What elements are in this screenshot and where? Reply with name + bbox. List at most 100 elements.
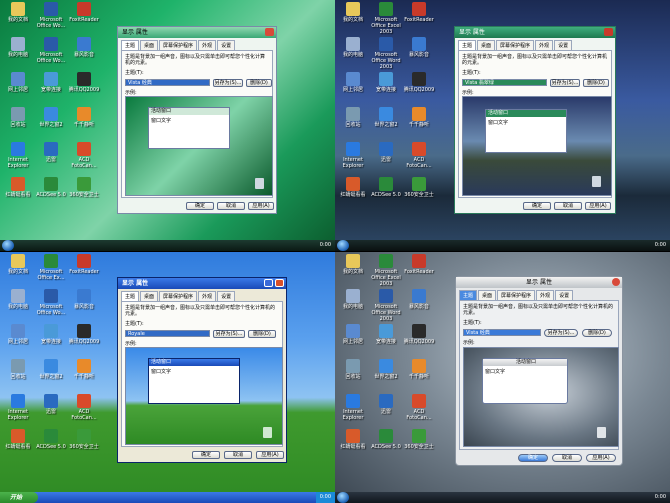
- tab-desktop[interactable]: 桌面: [140, 291, 159, 301]
- save-as-button[interactable]: 另存为(S)...: [213, 79, 243, 87]
- desktop-icon[interactable]: 宽带连接: [34, 324, 68, 345]
- desktop-icon[interactable]: 红蜻蜓看看: [1, 177, 35, 198]
- tab-screensaver[interactable]: 屏幕保护程序: [159, 291, 198, 301]
- tab-theme[interactable]: 主题: [121, 291, 140, 301]
- close-button[interactable]: [275, 279, 284, 287]
- desktop-icon[interactable]: 360安全卫士: [67, 429, 101, 450]
- theme-select[interactable]: Vista 翡翠绿: [462, 79, 547, 86]
- desktop-icon[interactable]: 网上邻居: [1, 72, 35, 93]
- desktop-icon[interactable]: Microsoft Office Wo...: [34, 289, 68, 316]
- tab-settings[interactable]: 设置: [217, 40, 236, 50]
- tab-desktop[interactable]: 桌面: [140, 40, 159, 50]
- start-orb-icon[interactable]: [337, 240, 349, 251]
- tab-screensaver[interactable]: 屏幕保护程序: [159, 40, 198, 50]
- desktop-icon[interactable]: 红蜻蜓看看: [336, 429, 370, 450]
- desktop-icon[interactable]: 暴风影音: [402, 289, 436, 310]
- desktop-icon[interactable]: ACD FotoCan...: [402, 142, 436, 169]
- desktop-icon[interactable]: 360安全卫士: [402, 429, 436, 450]
- theme-select[interactable]: Vista 经典: [463, 329, 541, 336]
- tab-screensaver[interactable]: 屏幕保护程序: [497, 290, 536, 300]
- tab-settings[interactable]: 设置: [554, 40, 573, 50]
- desktop-icon[interactable]: 迅雷: [34, 394, 68, 415]
- desktop-icon[interactable]: 回收站: [1, 107, 35, 128]
- desktop-icon[interactable]: 千千静听: [402, 359, 436, 380]
- desktop-icon[interactable]: 腾讯QQ2009: [67, 72, 101, 93]
- dialog-titlebar[interactable]: 显示 属性: [118, 27, 276, 38]
- clock[interactable]: 0:00: [651, 492, 670, 503]
- desktop-icon[interactable]: 红蜻蜓看看: [336, 177, 370, 198]
- desktop-icon[interactable]: 我的文档: [336, 2, 370, 23]
- desktop-icon[interactable]: 世界之窗2: [34, 107, 68, 128]
- tab-desktop[interactable]: 桌面: [478, 290, 497, 300]
- delete-button[interactable]: 删除(D): [248, 330, 276, 338]
- clock[interactable]: 0:00: [651, 240, 670, 251]
- start-orb-icon[interactable]: [2, 240, 14, 251]
- ok-button[interactable]: 确定: [192, 451, 220, 459]
- desktop-icon[interactable]: FoxitReader: [402, 254, 436, 275]
- desktop-icon[interactable]: FoxitReader: [67, 2, 101, 23]
- desktop-icon[interactable]: ACDSee 5.0: [369, 429, 403, 450]
- dialog-titlebar[interactable]: 显示 属性: [455, 27, 615, 38]
- desktop-icon[interactable]: Microsoft Office Wo...: [34, 2, 68, 29]
- desktop-icon[interactable]: ACD FotoCan...: [402, 394, 436, 421]
- desktop-icon[interactable]: 世界之窗2: [369, 359, 403, 380]
- desktop-icon[interactable]: 宽带连接: [34, 72, 68, 93]
- desktop-icon[interactable]: Microsoft Office Excel 2003: [369, 2, 403, 35]
- tab-screensaver[interactable]: 屏幕保护程序: [496, 40, 535, 50]
- desktop-icon[interactable]: Microsoft Office Excel 2003: [369, 254, 403, 287]
- save-as-button[interactable]: 另存为(S)...: [544, 329, 578, 337]
- desktop-icon[interactable]: FoxitReader: [402, 2, 436, 23]
- desktop-icon[interactable]: 网上邻居: [336, 324, 370, 345]
- desktop-icon[interactable]: 宽带连接: [369, 72, 403, 93]
- desktop-icon[interactable]: Microsoft Office Word 2003: [369, 289, 403, 322]
- apply-button[interactable]: 应用(A): [256, 451, 284, 459]
- delete-button[interactable]: 删除(D): [246, 79, 272, 87]
- desktop-icon[interactable]: 我的电脑: [336, 37, 370, 58]
- tab-desktop[interactable]: 桌面: [477, 40, 496, 50]
- desktop-icon[interactable]: 回收站: [336, 107, 370, 128]
- clock[interactable]: 0:00: [316, 240, 335, 251]
- desktop-icon[interactable]: FoxitReader: [67, 254, 101, 275]
- desktop-icon[interactable]: Microsoft Office Wo...: [34, 37, 68, 64]
- desktop-icon[interactable]: 回收站: [1, 359, 35, 380]
- start-button[interactable]: 开始: [0, 492, 38, 503]
- desktop-icon[interactable]: ACDSee 5.0: [369, 177, 403, 198]
- desktop-icon[interactable]: 我的电脑: [1, 37, 35, 58]
- desktop-icon[interactable]: 360安全卫士: [402, 177, 436, 198]
- clock[interactable]: 0:00: [315, 492, 335, 503]
- tab-appearance[interactable]: 外观: [535, 40, 554, 50]
- desktop-icon[interactable]: 暴风影音: [67, 37, 101, 58]
- tab-theme[interactable]: 主题: [121, 40, 140, 50]
- desktop-icon[interactable]: 腾讯QQ2009: [402, 72, 436, 93]
- desktop-icon[interactable]: 世界之窗2: [369, 107, 403, 128]
- theme-select[interactable]: Vista 经典: [125, 79, 210, 86]
- desktop-icon[interactable]: 宽带连接: [369, 324, 403, 345]
- desktop-icon[interactable]: 千千静听: [67, 359, 101, 380]
- desktop-icon[interactable]: 世界之窗2: [34, 359, 68, 380]
- desktop-icon[interactable]: 红蜻蜓看看: [1, 429, 35, 450]
- desktop-icon[interactable]: 千千静听: [67, 107, 101, 128]
- apply-button[interactable]: 应用(A): [586, 454, 616, 462]
- close-button[interactable]: [265, 28, 274, 36]
- tab-settings[interactable]: 设置: [555, 290, 574, 300]
- dialog-titlebar[interactable]: 显示 属性: [118, 278, 286, 289]
- tab-theme[interactable]: 主题: [459, 290, 478, 300]
- save-as-button[interactable]: 另存为(S)...: [550, 79, 580, 87]
- apply-button[interactable]: 应用(A): [248, 202, 274, 210]
- desktop-icon[interactable]: 我的电脑: [336, 289, 370, 310]
- desktop-icon[interactable]: ACDSee 5.0: [34, 177, 68, 198]
- cancel-button[interactable]: 取消: [217, 202, 245, 210]
- help-button[interactable]: [264, 279, 273, 287]
- desktop-icon[interactable]: 暴风影音: [402, 37, 436, 58]
- desktop-icon[interactable]: 我的电脑: [1, 289, 35, 310]
- desktop-icon[interactable]: 网上邻居: [1, 324, 35, 345]
- desktop-icon[interactable]: 360安全卫士: [67, 177, 101, 198]
- dialog-titlebar[interactable]: 显示 属性: [456, 277, 622, 288]
- desktop-icon[interactable]: 我的文档: [336, 254, 370, 275]
- desktop-icon[interactable]: Internet Explorer: [336, 142, 370, 169]
- tab-appearance[interactable]: 外观: [536, 290, 555, 300]
- desktop-icon[interactable]: Internet Explorer: [1, 142, 35, 169]
- ok-button[interactable]: 确定: [186, 202, 214, 210]
- desktop-icon[interactable]: Microsoft Office Word 2003: [369, 37, 403, 70]
- theme-select[interactable]: Royale: [125, 330, 210, 337]
